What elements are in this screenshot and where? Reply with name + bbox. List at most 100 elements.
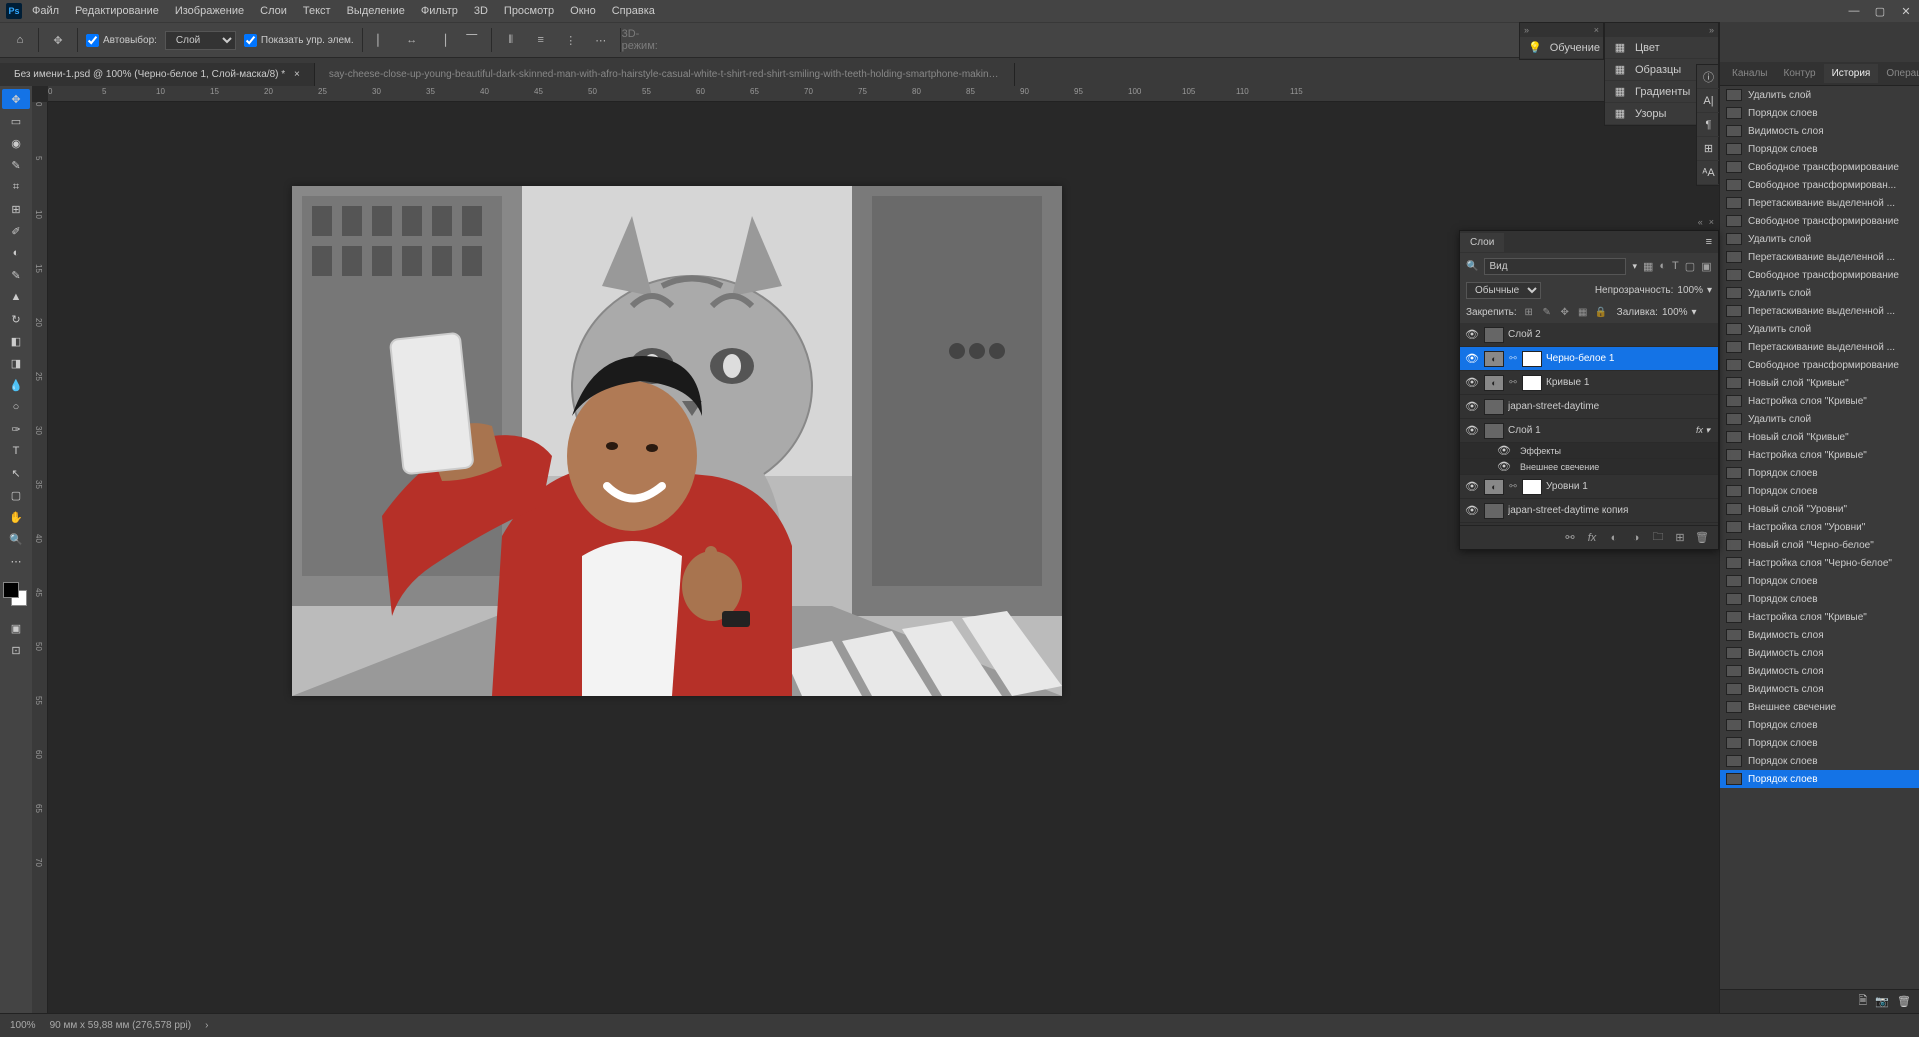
history-item[interactable]: Порядок слоев (1720, 572, 1919, 590)
screen-mode-tool[interactable]: ⊡ (2, 640, 30, 660)
menu-изображение[interactable]: Изображение (167, 2, 252, 20)
blur-tool[interactable]: 💧 (2, 375, 30, 395)
lock-artboard-icon[interactable]: ▦ (1575, 304, 1591, 320)
fx-icon[interactable]: fx (1584, 530, 1600, 546)
layer-row[interactable]: 👁Слой 1fx ▾ (1460, 419, 1718, 443)
history-item[interactable]: Перетаскивание выделенной ... (1720, 302, 1919, 320)
visibility-icon[interactable]: 👁 (1464, 375, 1480, 391)
distribute-spacing-icon[interactable]: ⋮ (560, 29, 582, 51)
blend-mode-select[interactable]: Обычные (1466, 282, 1541, 299)
lock-position-icon[interactable]: ✥ (1557, 304, 1573, 320)
history-item[interactable]: Порядок слоев (1720, 734, 1919, 752)
edit-toolbar[interactable]: ⋯ (2, 551, 30, 571)
eyedropper-tool[interactable]: ✐ (2, 221, 30, 241)
history-item[interactable]: Настройка слоя "Кривые" (1720, 446, 1919, 464)
fg-color-swatch[interactable] (3, 582, 19, 598)
eraser-tool[interactable]: ◧ (2, 331, 30, 351)
menu-редактирование[interactable]: Редактирование (67, 2, 167, 20)
history-item[interactable]: Перетаскивание выделенной ... (1720, 338, 1919, 356)
frame-tool[interactable]: ⊞ (2, 199, 30, 219)
more-icon[interactable]: ⋯ (590, 29, 612, 51)
move-tool-icon[interactable]: ✥ (47, 29, 69, 51)
glyphs-panel-icon[interactable]: ⊞ (1697, 137, 1720, 161)
lock-transparent-icon[interactable]: ⊞ (1521, 304, 1537, 320)
history-item[interactable]: Свободное трансформирование (1720, 212, 1919, 230)
menu-окно[interactable]: Окно (562, 2, 604, 20)
align-top-icon[interactable]: ⎺ (461, 29, 483, 51)
align-right-icon[interactable]: ▕ (431, 29, 453, 51)
layer-row[interactable]: 👁japan-street-daytime (1460, 395, 1718, 419)
history-item[interactable]: Удалить слой (1720, 410, 1919, 428)
menu-справка[interactable]: Справка (604, 2, 663, 20)
layer-thumb[interactable] (1484, 423, 1504, 439)
history-item[interactable]: Порядок слоев (1720, 482, 1919, 500)
distribute-h-icon[interactable]: ⫴ (500, 29, 522, 51)
lasso-tool[interactable]: ◉ (2, 133, 30, 153)
history-item[interactable]: Новый слой "Кривые" (1720, 374, 1919, 392)
menu-слои[interactable]: Слои (252, 2, 295, 20)
zoom-tool[interactable]: 🔍 (2, 529, 30, 549)
gradient-tool[interactable]: ◨ (2, 353, 30, 373)
document-tab-inactive[interactable]: say-cheese-close-up-young-beautiful-dark… (315, 63, 1015, 86)
history-item[interactable]: Удалить слой (1720, 86, 1919, 104)
move-tool[interactable]: ✥ (2, 89, 30, 109)
collapse-icon[interactable]: » (1524, 25, 1529, 35)
history-item[interactable]: Порядок слоев (1720, 140, 1919, 158)
mask-thumb[interactable] (1522, 351, 1542, 367)
history-item[interactable]: Настройка слоя "Кривые" (1720, 608, 1919, 626)
layer-row[interactable]: 👁◐⚯Черно-белое 1 (1460, 347, 1718, 371)
new-snapshot-icon[interactable]: 🗎 (1858, 992, 1867, 1011)
color-swatches[interactable] (3, 582, 29, 608)
lock-all-icon[interactable]: 🔒 (1593, 304, 1609, 320)
visibility-icon[interactable]: 👁 (1464, 423, 1480, 439)
menu-фильтр[interactable]: Фильтр (413, 2, 466, 20)
history-item[interactable]: Перетаскивание выделенной ... (1720, 248, 1919, 266)
brush-tool[interactable]: ✎ (2, 265, 30, 285)
layer-row[interactable]: 👁Слой 2 (1460, 323, 1718, 347)
history-item[interactable]: Видимость слоя (1720, 626, 1919, 644)
history-item[interactable]: Удалить слой (1720, 284, 1919, 302)
layer-list[interactable]: 👁Слой 2👁◐⚯Черно-белое 1👁◐⚯Кривые 1👁japan… (1460, 323, 1718, 525)
mask-thumb[interactable] (1522, 479, 1542, 495)
history-item[interactable]: Свободное трансформирован... (1720, 176, 1919, 194)
status-arrow-icon[interactable]: › (205, 1020, 208, 1031)
minimize-button[interactable]: — (1841, 0, 1867, 22)
history-item[interactable]: Порядок слоев (1720, 104, 1919, 122)
align-left-icon[interactable]: ▏ (371, 29, 393, 51)
mask-thumb[interactable] (1522, 375, 1542, 391)
history-brush-tool[interactable]: ↻ (2, 309, 30, 329)
collapse-icon[interactable]: » (1709, 25, 1714, 35)
history-item[interactable]: Внешнее свечение (1720, 698, 1919, 716)
camera-icon[interactable]: 📷 (1875, 995, 1889, 1008)
layers-tab[interactable]: Слои (1460, 233, 1504, 252)
path-tool[interactable]: ↖ (2, 463, 30, 483)
auto-select-checkbox[interactable]: Автовыбор: (86, 34, 157, 47)
history-list[interactable]: Удалить слойПорядок слоевВидимость слояП… (1720, 86, 1919, 989)
history-item[interactable]: Удалить слой (1720, 320, 1919, 338)
history-item[interactable]: Удалить слой (1720, 230, 1919, 248)
menu-просмотр[interactable]: Просмотр (496, 2, 562, 20)
type-tool[interactable]: T (2, 441, 30, 461)
collapse-panel-icon[interactable]: « (1696, 217, 1705, 227)
distribute-v-icon[interactable]: ≡ (530, 29, 552, 51)
history-item[interactable]: Порядок слоев (1720, 590, 1919, 608)
history-item[interactable]: Настройка слоя "Черно-белое" (1720, 554, 1919, 572)
fill-value[interactable]: 100% (1662, 307, 1688, 318)
history-item[interactable]: Новый слой "Кривые" (1720, 428, 1919, 446)
lock-pixels-icon[interactable]: ✎ (1539, 304, 1555, 320)
panel-menu-icon[interactable]: ≡ (1700, 236, 1718, 248)
filter-adjust-icon[interactable]: ◐ (1659, 257, 1666, 275)
visibility-icon[interactable]: 👁 (1464, 503, 1480, 519)
visibility-icon[interactable]: 👁 (1496, 443, 1512, 459)
visibility-icon[interactable]: 👁 (1464, 327, 1480, 343)
history-item[interactable]: Свободное трансформирование (1720, 356, 1919, 374)
close-button[interactable]: ✕ (1893, 0, 1919, 22)
visibility-icon[interactable]: 👁 (1464, 351, 1480, 367)
history-item[interactable]: Перетаскивание выделенной ... (1720, 194, 1919, 212)
history-item[interactable]: Порядок слоев (1720, 770, 1919, 788)
document-tab-active[interactable]: Без имени-1.psd @ 100% (Черно-белое 1, С… (0, 63, 315, 86)
link-layers-icon[interactable]: ⚯ (1562, 530, 1578, 546)
history-item[interactable]: Настройка слоя "Уровни" (1720, 518, 1919, 536)
close-dock-icon[interactable]: × (1594, 25, 1599, 35)
stamp-tool[interactable]: ▲ (2, 287, 30, 307)
